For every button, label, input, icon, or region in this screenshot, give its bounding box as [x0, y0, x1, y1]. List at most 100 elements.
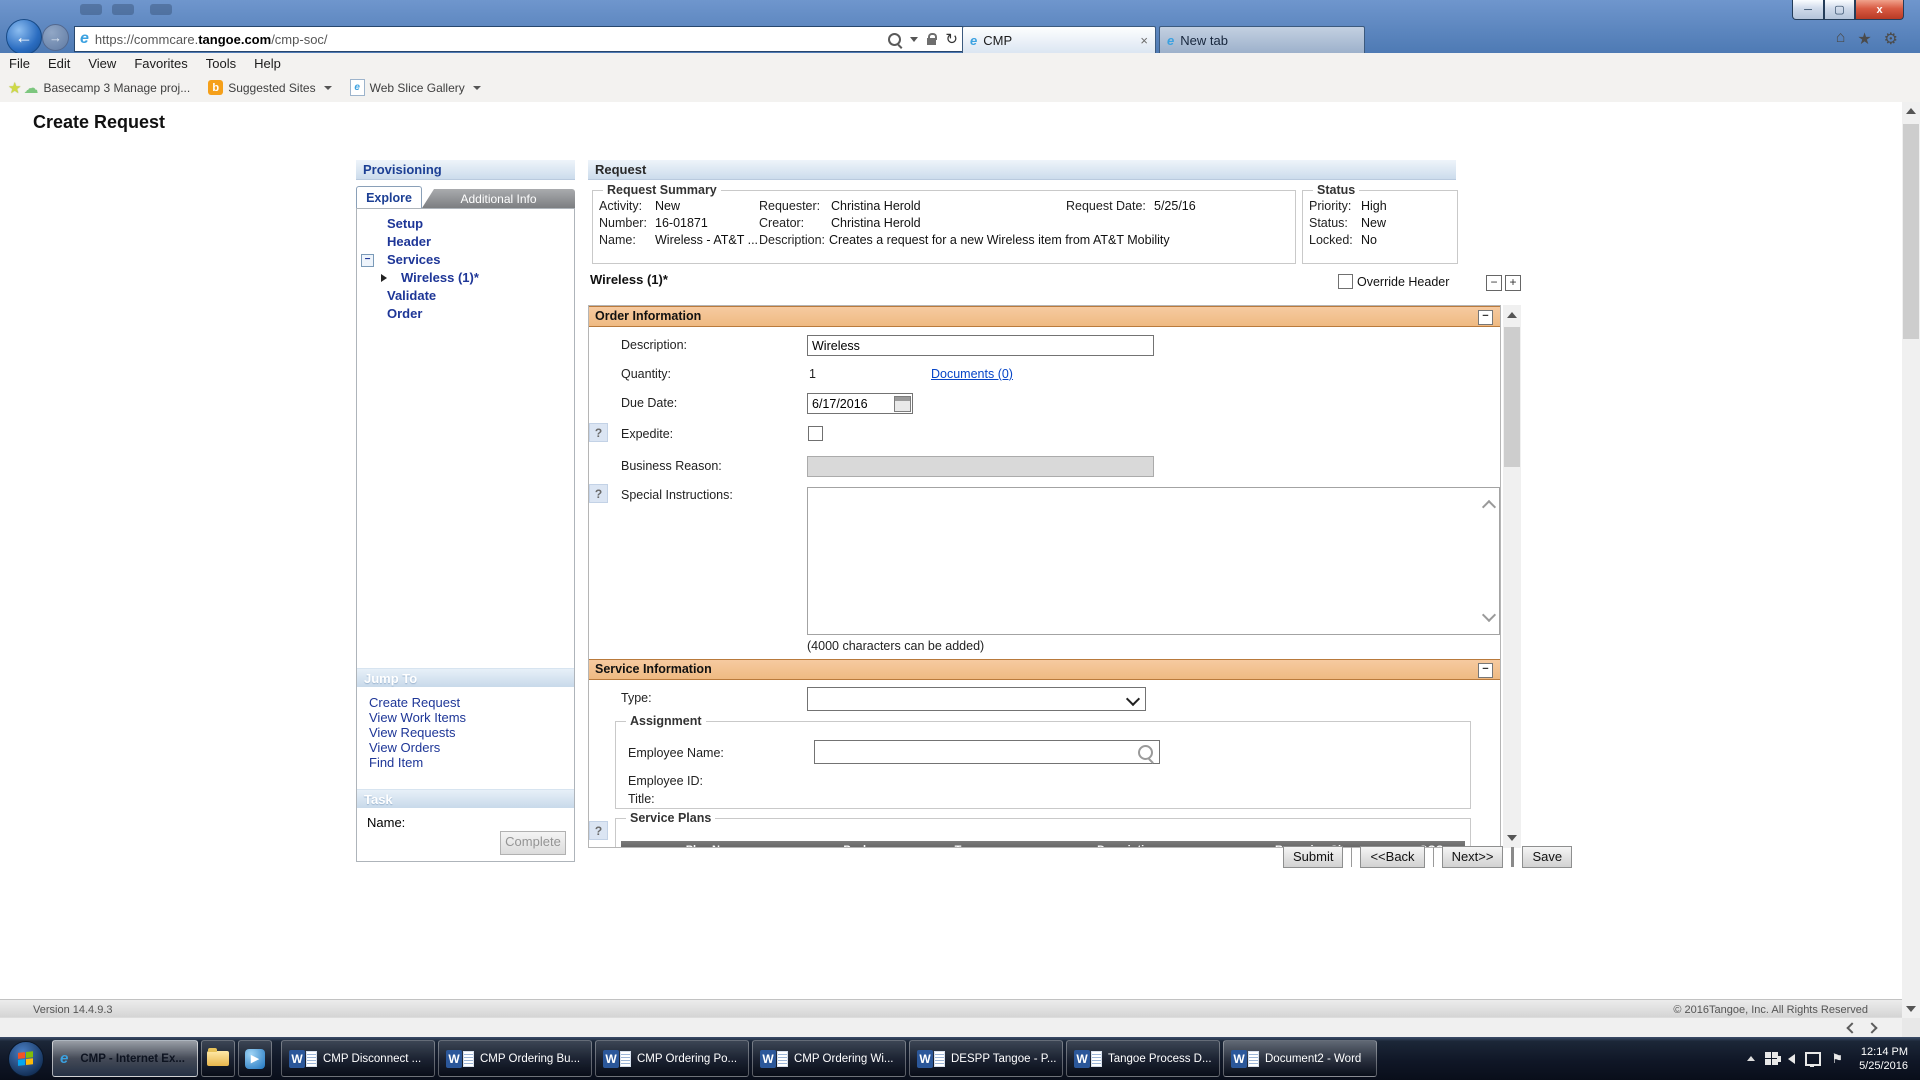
collapse-node-icon[interactable]: − [361, 254, 374, 267]
show-hidden-icons[interactable] [1747, 1056, 1755, 1061]
favorites-star-icon[interactable]: ★ [1857, 29, 1871, 49]
horizontal-scrollbar[interactable] [0, 1017, 1902, 1037]
type-select[interactable] [807, 687, 1146, 711]
service-information-header[interactable]: Service Information − [588, 659, 1501, 680]
scroll-left-icon[interactable] [1844, 1020, 1860, 1035]
tab-cmp[interactable]: e CMP × [962, 26, 1156, 53]
taskbar: e CMP - Internet Ex... ▶ W CMP Disconnec… [0, 1037, 1920, 1080]
expedite-checkbox[interactable] [808, 426, 823, 441]
tab-additional-info[interactable]: Additional Info [422, 189, 575, 208]
tree-item-validate[interactable]: Validate [357, 287, 574, 305]
help-icon[interactable]: ? [589, 821, 608, 840]
restore-button[interactable]: ▢ [1824, 0, 1855, 20]
refresh-icon[interactable]: ↻ [945, 30, 958, 48]
word-icon: W [760, 1050, 788, 1068]
tree-item-header[interactable]: Header [357, 233, 574, 251]
search-icon[interactable] [888, 33, 901, 46]
scroll-down-icon[interactable] [1906, 1006, 1916, 1012]
taskbar-word-window[interactable]: W CMP Ordering Wi... [752, 1040, 906, 1077]
scroll-up-icon[interactable] [1906, 108, 1916, 114]
collapse-section-icon[interactable]: − [1478, 310, 1493, 325]
collapse-all-button[interactable]: − [1486, 275, 1502, 291]
scroll-thumb[interactable] [1504, 327, 1520, 467]
chevron-down-icon[interactable] [910, 37, 918, 42]
expand-all-button[interactable]: + [1505, 275, 1521, 291]
next-step-button[interactable]: Next>> [1442, 846, 1504, 868]
tree-item-order[interactable]: Order [357, 305, 574, 323]
forward-button[interactable]: → [42, 24, 69, 51]
scroll-down-icon[interactable] [1507, 835, 1517, 841]
back-step-button[interactable]: <<Back [1360, 846, 1424, 868]
settings-gear-icon[interactable]: ⚙ [1884, 29, 1898, 49]
taskbar-ie-window[interactable]: e CMP - Internet Ex... [52, 1040, 198, 1077]
order-information-header[interactable]: Order Information − [588, 306, 1501, 327]
help-icon[interactable]: ? [589, 484, 608, 503]
menu-edit[interactable]: Edit [39, 56, 79, 71]
tree-item-services[interactable]: − Services [357, 251, 574, 269]
tab-new[interactable]: e New tab [1159, 26, 1365, 53]
menu-favorites[interactable]: Favorites [125, 56, 196, 71]
override-header-checkbox[interactable] [1338, 274, 1353, 289]
tab-explore[interactable]: Explore [356, 186, 422, 209]
help-icon[interactable]: ? [589, 423, 608, 442]
network-icon[interactable] [1805, 1052, 1821, 1066]
close-button[interactable]: x [1855, 0, 1904, 20]
clock[interactable]: 12:14 PM 5/25/2016 [1853, 1045, 1908, 1073]
menu-file[interactable]: File [0, 56, 39, 71]
back-button[interactable]: ← [6, 19, 42, 55]
employee-name-input[interactable] [814, 740, 1160, 764]
navigation-tree: Setup Header − Services Wireless (1)* Va… [357, 215, 574, 323]
link-view-work-items[interactable]: View Work Items [369, 710, 466, 725]
menu-tools[interactable]: Tools [197, 56, 245, 71]
taskbar-word-window[interactable]: W Document2 - Word [1223, 1040, 1377, 1077]
submit-button[interactable]: Submit [1283, 846, 1343, 868]
expand-arrow-icon[interactable] [381, 274, 387, 282]
taskbar-word-window[interactable]: W DESPP Tangoe - P... [909, 1040, 1063, 1077]
override-header-label: Override Header [1357, 275, 1449, 289]
link-view-orders[interactable]: View Orders [369, 740, 440, 755]
request-summary-legend: Request Summary [603, 183, 721, 197]
menu-view[interactable]: View [79, 56, 125, 71]
tree-item-wireless[interactable]: Wireless (1)* [357, 269, 574, 287]
taskbar-word-window[interactable]: W CMP Ordering Bu... [438, 1040, 592, 1077]
collapse-section-icon[interactable]: − [1478, 663, 1493, 678]
documents-link[interactable]: Documents (0) [931, 367, 1013, 381]
complete-button[interactable]: Complete [500, 831, 566, 855]
add-favorite-icon[interactable]: ★ [8, 79, 21, 97]
favorite-basecamp[interactable]: ☁ Basecamp 3 Manage proj... [23, 79, 190, 97]
tree-item-setup[interactable]: Setup [357, 215, 574, 233]
start-button[interactable] [8, 1041, 44, 1077]
calendar-icon[interactable] [894, 396, 911, 412]
save-button[interactable]: Save [1522, 846, 1572, 868]
task-header: Task [357, 789, 574, 808]
favorite-web-slice[interactable]: e Web Slice Gallery [350, 79, 481, 96]
volume-icon[interactable] [1788, 1054, 1795, 1064]
favorite-suggested-sites[interactable]: b Suggested Sites [208, 80, 331, 95]
search-icon[interactable] [1138, 745, 1153, 760]
taskbar-word-window[interactable]: W CMP Disconnect ... [281, 1040, 435, 1077]
flag-icon[interactable]: ⚑ [1831, 1051, 1843, 1067]
description-input[interactable] [807, 335, 1154, 356]
minimize-button[interactable]: ─ [1792, 0, 1824, 20]
override-header-control: Override Header [1338, 274, 1449, 289]
taskbar-word-window[interactable]: W Tangoe Process D... [1066, 1040, 1220, 1077]
address-bar[interactable]: e https://commcare.tangoe.com/cmp-soc/ ↻ [74, 26, 964, 52]
scroll-up-icon[interactable] [1482, 500, 1496, 514]
taskbar-media-player[interactable]: ▶ [238, 1040, 272, 1077]
vertical-scrollbar[interactable] [1902, 102, 1920, 1018]
home-icon[interactable]: ⌂ [1836, 29, 1846, 49]
special-instructions-textarea[interactable] [807, 487, 1500, 635]
scroll-right-icon[interactable] [1864, 1020, 1880, 1035]
favorites-bar: ★ ☁ Basecamp 3 Manage proj... b Suggeste… [0, 73, 1920, 103]
scroll-up-icon[interactable] [1507, 312, 1517, 318]
scroll-thumb[interactable] [1903, 124, 1919, 339]
form-scrollbar[interactable] [1503, 305, 1521, 848]
taskbar-word-window[interactable]: W CMP Ordering Po... [595, 1040, 749, 1077]
scroll-down-icon[interactable] [1482, 608, 1496, 622]
close-tab-icon[interactable]: × [1140, 33, 1148, 48]
link-view-requests[interactable]: View Requests [369, 725, 455, 740]
taskbar-explorer[interactable] [201, 1040, 235, 1077]
link-find-item[interactable]: Find Item [369, 755, 423, 770]
link-create-request[interactable]: Create Request [369, 695, 460, 710]
menu-help[interactable]: Help [245, 56, 290, 71]
